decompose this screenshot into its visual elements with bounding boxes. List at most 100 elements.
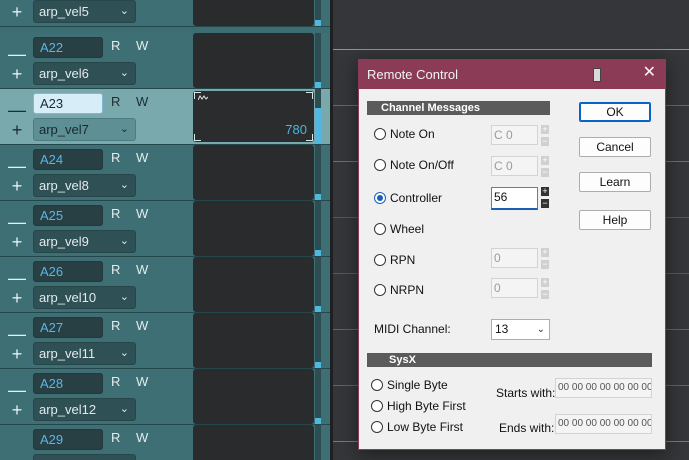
track-name-field[interactable]: A27 [33, 317, 103, 338]
collapse-minus-icon[interactable]: — [8, 325, 26, 343]
write-automation-button[interactable]: W [136, 150, 148, 165]
note-on-radio[interactable] [374, 128, 386, 140]
automation-lane[interactable] [193, 201, 314, 256]
track-row[interactable]: — + A26 R W arp_vel10 ⌄ [0, 257, 330, 313]
automation-lane[interactable] [193, 257, 314, 312]
parameter-dropdown[interactable]: arp_vel11 ⌄ [33, 342, 136, 365]
note-on-off-value-field[interactable]: C 0 [491, 156, 538, 176]
controller-spinner[interactable]: + − [541, 187, 549, 208]
level-meter [315, 313, 321, 368]
starts-with-field[interactable]: 00 00 00 00 00 00 00 [555, 378, 652, 398]
expand-plus-icon[interactable]: + [8, 121, 26, 139]
rpn-value-field[interactable]: 0 [491, 248, 538, 268]
automation-lane[interactable] [193, 369, 314, 424]
write-automation-button[interactable]: W [136, 94, 148, 109]
track-row[interactable]: — + A27 R W arp_vel11 ⌄ [0, 313, 330, 369]
parameter-dropdown[interactable]: arp_vel10 ⌄ [33, 286, 136, 309]
track-name-field[interactable]: A22 [33, 37, 103, 58]
track-row-selected[interactable]: — + A23 R W arp_vel7 ⌄ 780 [0, 89, 330, 145]
read-automation-button[interactable]: R [111, 150, 120, 165]
automation-lane[interactable] [193, 425, 314, 460]
automation-lane-selected[interactable]: 780 [193, 91, 314, 142]
expand-plus-icon[interactable]: + [8, 345, 26, 363]
track-name-field[interactable]: A24 [33, 149, 103, 170]
read-automation-button[interactable]: R [111, 94, 120, 109]
track-row[interactable]: — + A28 R W arp_vel12 ⌄ [0, 369, 330, 425]
nrpn-radio[interactable] [374, 284, 386, 296]
write-automation-button[interactable]: W [136, 374, 148, 389]
note-on-off-spinner[interactable]: + − [541, 156, 549, 177]
note-on-value-field[interactable]: C 0 [491, 125, 538, 145]
panel-splitter[interactable] [330, 0, 333, 460]
expand-plus-icon[interactable]: + [8, 65, 26, 83]
track-row[interactable]: — + arp_vel5 ⌄ [0, 0, 330, 27]
parameter-dropdown[interactable]: arp_vel12 ⌄ [33, 398, 136, 421]
controller-radio[interactable] [374, 192, 386, 204]
track-name-field[interactable]: A28 [33, 373, 103, 394]
single-byte-radio[interactable] [371, 379, 383, 391]
midi-channel-label: MIDI Channel: [374, 322, 451, 336]
expand-plus-icon[interactable]: + [8, 401, 26, 419]
close-icon[interactable]: ✕ [643, 65, 656, 81]
automation-lane[interactable] [193, 33, 314, 88]
read-automation-button[interactable]: R [111, 374, 120, 389]
automation-lane[interactable] [193, 0, 314, 26]
nrpn-value-field[interactable]: 0 [491, 278, 538, 298]
collapse-minus-icon[interactable]: — [8, 381, 26, 399]
drag-handle-icon[interactable] [593, 68, 601, 82]
automation-lane[interactable] [193, 145, 314, 200]
collapse-minus-icon[interactable]: — [8, 45, 26, 63]
low-byte-first-radio[interactable] [371, 421, 383, 433]
parameter-dropdown[interactable]: arp_vel5 ⌄ [33, 0, 136, 23]
expand-plus-icon[interactable]: + [8, 233, 26, 251]
ok-button[interactable]: OK [579, 102, 651, 122]
track-row[interactable]: — + A24 R W arp_vel8 ⌄ [0, 145, 330, 201]
write-automation-button[interactable]: W [136, 262, 148, 277]
nrpn-spinner[interactable]: + − [541, 278, 549, 299]
collapse-minus-icon[interactable]: — [8, 213, 26, 231]
expand-plus-icon[interactable]: + [8, 289, 26, 307]
rpn-spinner[interactable]: + − [541, 248, 549, 269]
track-name-field[interactable]: A26 [33, 261, 103, 282]
parameter-dropdown[interactable] [33, 454, 136, 460]
write-automation-button[interactable]: W [136, 38, 148, 53]
track-row[interactable]: A29 R W [0, 425, 330, 460]
read-automation-button[interactable]: R [111, 430, 120, 445]
midi-channel-select[interactable]: 13 ⌄ [491, 319, 550, 340]
wheel-radio[interactable] [374, 223, 386, 235]
rpn-radio[interactable] [374, 254, 386, 266]
read-automation-button[interactable]: R [111, 38, 120, 53]
track-name-field[interactable]: A29 [33, 429, 103, 450]
read-automation-button[interactable]: R [111, 206, 120, 221]
parameter-dropdown[interactable]: arp_vel8 ⌄ [33, 174, 136, 197]
read-automation-button[interactable]: R [111, 318, 120, 333]
note-on-spinner[interactable]: + − [541, 125, 549, 146]
rpn-label: RPN [390, 253, 416, 267]
expand-plus-icon[interactable]: + [8, 3, 26, 21]
track-row[interactable]: — + A25 R W arp_vel9 ⌄ [0, 201, 330, 257]
write-automation-button[interactable]: W [136, 430, 148, 445]
high-byte-first-radio[interactable] [371, 400, 383, 412]
help-button[interactable]: Help [579, 210, 651, 230]
collapse-minus-icon[interactable]: — [8, 269, 26, 287]
collapse-minus-icon[interactable]: — [8, 0, 26, 1]
parameter-dropdown[interactable]: arp_vel6 ⌄ [33, 62, 136, 85]
track-name-field[interactable]: A25 [33, 205, 103, 226]
track-name-field[interactable]: A23 [33, 93, 103, 114]
automation-lane[interactable] [193, 313, 314, 368]
write-automation-button[interactable]: W [136, 318, 148, 333]
cancel-button[interactable]: Cancel [579, 137, 651, 157]
ends-with-field[interactable]: 00 00 00 00 00 00 00 [555, 414, 652, 434]
expand-plus-icon[interactable]: + [8, 177, 26, 195]
dialog-titlebar[interactable]: Remote Control ✕ [359, 60, 665, 89]
parameter-dropdown[interactable]: arp_vel9 ⌄ [33, 230, 136, 253]
write-automation-button[interactable]: W [136, 206, 148, 221]
controller-number-field[interactable]: 56 [491, 187, 538, 210]
collapse-minus-icon[interactable]: — [8, 101, 26, 119]
collapse-minus-icon[interactable]: — [8, 157, 26, 175]
parameter-dropdown[interactable]: arp_vel7 ⌄ [33, 118, 136, 141]
read-automation-button[interactable]: R [111, 262, 120, 277]
note-on-off-radio[interactable] [374, 159, 386, 171]
track-row[interactable]: — + A22 R W arp_vel6 ⌄ [0, 33, 330, 89]
learn-button[interactable]: Learn [579, 172, 651, 192]
